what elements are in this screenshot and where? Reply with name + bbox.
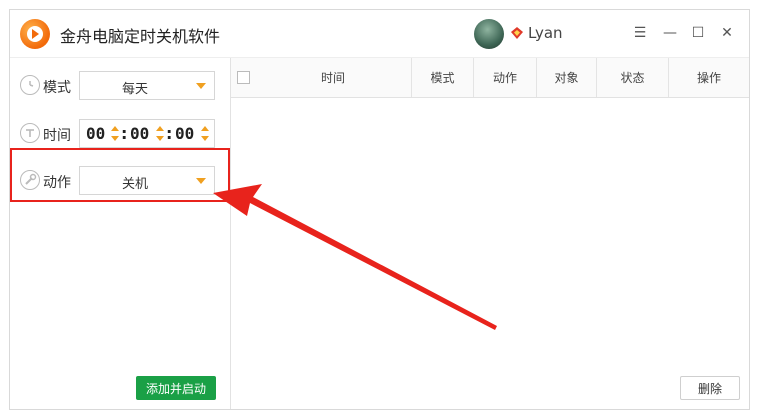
- annotation-arrow: [213, 184, 497, 330]
